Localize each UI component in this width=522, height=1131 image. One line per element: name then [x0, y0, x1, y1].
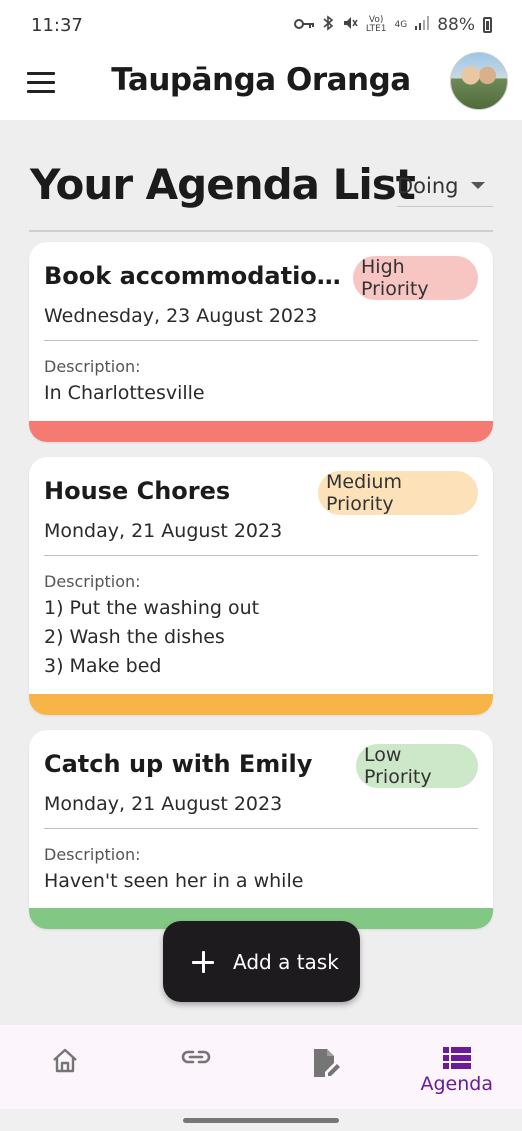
task-title: Book accommodation fo... — [44, 262, 349, 290]
priority-badge: Low Priority — [356, 744, 478, 788]
description-label: Description: — [44, 357, 141, 376]
card-divider — [44, 340, 478, 341]
gesture-handle[interactable] — [183, 1118, 339, 1123]
nav-item-home[interactable] — [0, 1025, 131, 1109]
battery-icon — [483, 17, 492, 33]
key-icon — [293, 16, 314, 34]
bluetooth-icon — [322, 15, 334, 35]
description-label: Description: — [44, 845, 141, 864]
nav-item-notes[interactable] — [261, 1025, 392, 1109]
task-card[interactable]: Book accommodation fo... High Priority W… — [29, 242, 493, 442]
nav-item-agenda[interactable]: Agenda — [392, 1025, 522, 1109]
description-line: 1) Put the washing out — [44, 597, 260, 619]
avatar[interactable] — [450, 52, 508, 110]
app-bar: Taupānga Oranga — [0, 50, 522, 120]
battery-percent: 88% — [437, 15, 475, 35]
page-title: Your Agenda List — [30, 160, 416, 209]
priority-stripe — [29, 421, 493, 442]
description-line: Haven't seen her in a while — [44, 870, 304, 892]
nav-item-links[interactable] — [131, 1025, 262, 1109]
description-line: 3) Make bed — [44, 655, 162, 677]
priority-stripe — [29, 694, 493, 715]
volte-bottom-text: LTE1 — [365, 24, 387, 34]
app-title: Taupānga Oranga — [111, 62, 411, 98]
add-task-label: Add a task — [233, 949, 339, 974]
network-type: 4G — [394, 19, 408, 30]
card-divider — [44, 828, 478, 829]
bottom-navigation: Agenda — [0, 1025, 522, 1109]
status-icons: Vo) LTE1 4G 88% — [293, 15, 492, 35]
task-date: Monday, 21 August 2023 — [44, 793, 283, 815]
card-divider — [44, 555, 478, 556]
plus-icon — [192, 950, 214, 973]
description-line: In Charlottesville — [44, 382, 205, 404]
vibrate-mute-icon — [342, 15, 358, 35]
status-filter-dropdown[interactable]: Doing — [397, 165, 493, 207]
status-bar: 11:37 Vo) LTE1 4G 88% — [0, 0, 522, 50]
status-time: 11:37 — [31, 14, 83, 36]
signal-icon — [415, 16, 430, 34]
task-title: Catch up with Emily — [44, 750, 313, 778]
description-text: In Charlottesville — [44, 379, 205, 408]
volte-indicator: Vo) LTE1 — [366, 16, 387, 34]
priority-badge: High Priority — [353, 256, 478, 300]
nav-label-agenda: Agenda — [420, 1073, 494, 1095]
add-task-button[interactable]: Add a task — [163, 921, 360, 1002]
description-label: Description: — [44, 572, 141, 591]
task-title: House Chores — [44, 477, 231, 505]
task-card[interactable]: Catch up with Emily Low Priority Monday,… — [29, 730, 493, 929]
chevron-down-icon — [471, 182, 485, 189]
gesture-area — [0, 1109, 522, 1131]
heading-divider — [29, 230, 493, 232]
task-card[interactable]: House Chores Medium Priority Monday, 21 … — [29, 457, 493, 715]
description-text: 1) Put the washing out 2) Wash the dishe… — [44, 594, 259, 681]
task-date: Monday, 21 August 2023 — [44, 520, 283, 542]
priority-badge: Medium Priority — [318, 471, 478, 515]
status-filter-value: Doing — [397, 173, 459, 198]
description-line: 2) Wash the dishes — [44, 626, 225, 648]
description-text: Haven't seen her in a while — [44, 867, 303, 896]
task-date: Wednesday, 23 August 2023 — [44, 305, 318, 327]
